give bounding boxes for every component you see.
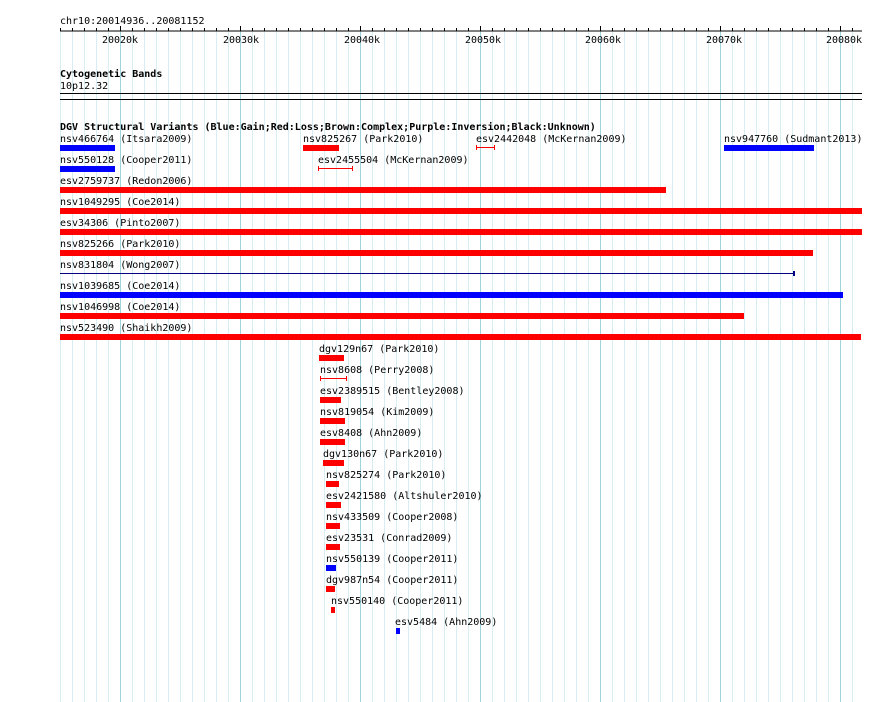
variant-label[interactable]: dgv129n67 (Park2010) xyxy=(319,344,439,355)
interval-endcap xyxy=(346,376,347,381)
variant-label[interactable]: nsv550128 (Cooper2011) xyxy=(60,155,192,166)
loss-variant-bar[interactable] xyxy=(331,607,335,613)
variant-line-endcap xyxy=(793,271,795,276)
loss-variant-interval[interactable] xyxy=(476,147,495,148)
cytoband-track-title: Cytogenetic Bands xyxy=(60,69,163,80)
loss-variant-bar[interactable] xyxy=(326,544,340,550)
variant-label[interactable]: esv34306 (Pinto2007) xyxy=(60,218,180,229)
variant-label[interactable]: esv2442048 (McKernan2009) xyxy=(476,134,627,145)
dgv-track-title: DGV Structural Variants (Blue:Gain;Red:L… xyxy=(60,122,596,133)
ruler xyxy=(60,26,862,32)
variant-label[interactable]: nsv947760 (Sudmant2013) xyxy=(724,134,862,145)
interval-endcap xyxy=(320,376,321,381)
gain-variant-bar[interactable] xyxy=(724,145,814,151)
variant-line[interactable] xyxy=(60,273,794,274)
loss-variant-bar[interactable] xyxy=(60,229,862,235)
ruler-tick-label: 20050k xyxy=(464,35,502,46)
variant-label[interactable]: nsv825274 (Park2010) xyxy=(326,470,446,481)
variant-label[interactable]: nsv8608 (Perry2008) xyxy=(320,365,434,376)
loss-variant-bar[interactable] xyxy=(320,439,345,445)
loss-variant-interval[interactable] xyxy=(320,378,347,379)
loss-variant-bar[interactable] xyxy=(60,334,861,340)
loss-variant-bar[interactable] xyxy=(326,481,339,487)
cytoband-label: 10p12.32 xyxy=(60,81,109,92)
gain-variant-bar[interactable] xyxy=(60,292,843,298)
variant-label[interactable]: dgv987n54 (Cooper2011) xyxy=(326,575,458,586)
variant-label[interactable]: esv2759737 (Redon2006) xyxy=(60,176,192,187)
loss-variant-interval[interactable] xyxy=(318,168,353,169)
variant-label[interactable]: nsv433509 (Cooper2008) xyxy=(326,512,458,523)
loss-variant-bar[interactable] xyxy=(326,586,335,592)
loss-variant-bar[interactable] xyxy=(60,313,744,319)
loss-variant-bar[interactable] xyxy=(60,250,813,256)
gain-variant-bar[interactable] xyxy=(326,565,336,571)
variant-label[interactable]: dgv130n67 (Park2010) xyxy=(323,449,443,460)
ruler-tick-label: 20020k xyxy=(101,35,139,46)
variant-label[interactable]: nsv550139 (Cooper2011) xyxy=(326,554,458,565)
interval-endcap xyxy=(318,166,319,171)
variant-label[interactable]: nsv1039685 (Coe2014) xyxy=(60,281,180,292)
gain-variant-bar[interactable] xyxy=(396,628,400,634)
ruler-tick-label: 20080k xyxy=(825,35,863,46)
ruler-tick-label: 20060k xyxy=(584,35,622,46)
variant-label[interactable]: nsv550140 (Cooper2011) xyxy=(331,596,463,607)
variant-label[interactable]: nsv825267 (Park2010) xyxy=(303,134,423,145)
interval-endcap xyxy=(476,145,477,150)
variant-label[interactable]: esv5484 (Ahn2009) xyxy=(395,617,497,628)
interval-endcap xyxy=(352,166,353,171)
ruler-tick-label: 20040k xyxy=(343,35,381,46)
loss-variant-bar[interactable] xyxy=(319,355,344,361)
loss-variant-bar[interactable] xyxy=(326,502,341,508)
loss-variant-bar[interactable] xyxy=(320,397,341,403)
variant-label[interactable]: esv2389515 (Bentley2008) xyxy=(320,386,465,397)
variant-label[interactable]: nsv819054 (Kim2009) xyxy=(320,407,434,418)
variant-label[interactable]: esv23531 (Conrad2009) xyxy=(326,533,452,544)
ruler-tick-label: 20030k xyxy=(222,35,260,46)
gain-variant-bar[interactable] xyxy=(60,145,115,151)
loss-variant-bar[interactable] xyxy=(303,145,339,151)
variant-label[interactable]: esv8408 (Ahn2009) xyxy=(320,428,422,439)
interval-endcap xyxy=(494,145,495,150)
variant-label[interactable]: nsv825266 (Park2010) xyxy=(60,239,180,250)
variant-label[interactable]: nsv1049295 (Coe2014) xyxy=(60,197,180,208)
loss-variant-bar[interactable] xyxy=(320,418,345,424)
variant-label[interactable]: nsv831804 (Wong2007) xyxy=(60,260,180,271)
ruler-tick-label: 20070k xyxy=(705,35,743,46)
variant-label[interactable]: esv2421580 (Altshuler2010) xyxy=(326,491,483,502)
gain-variant-bar[interactable] xyxy=(60,166,115,172)
loss-variant-bar[interactable] xyxy=(323,460,344,466)
variant-label[interactable]: nsv1046998 (Coe2014) xyxy=(60,302,180,313)
variant-label[interactable]: nsv466764 (Itsara2009) xyxy=(60,134,192,145)
loss-variant-bar[interactable] xyxy=(326,523,340,529)
variant-label[interactable]: nsv523490 (Shaikh2009) xyxy=(60,323,192,334)
cytoband-bottom-line xyxy=(60,99,862,100)
loss-variant-bar[interactable] xyxy=(60,208,862,214)
cytoband-top-line xyxy=(60,93,862,94)
loss-variant-bar[interactable] xyxy=(60,187,666,193)
variant-label[interactable]: esv2455504 (McKernan2009) xyxy=(318,155,469,166)
